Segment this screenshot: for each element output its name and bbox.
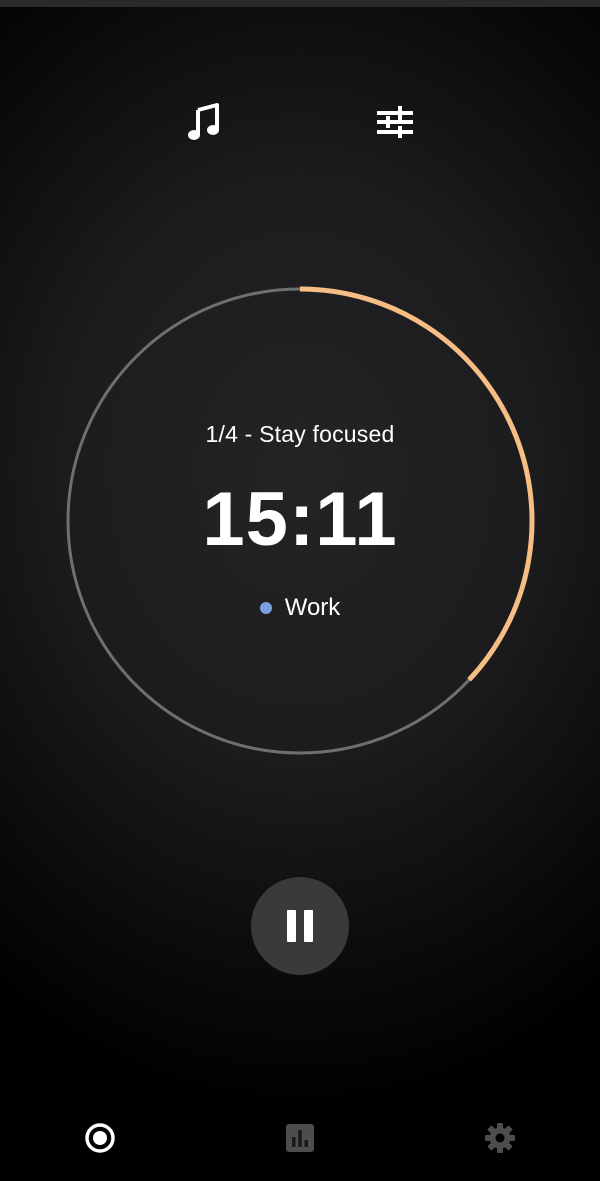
pause-button[interactable]: [251, 877, 349, 975]
countdown-time: 15:11: [202, 477, 398, 562]
mode-label: Work: [284, 594, 341, 621]
nav-stats-tab[interactable]: [276, 1114, 324, 1162]
gear-icon: [485, 1123, 515, 1153]
mode-indicator: Work: [0, 594, 600, 622]
session-label: 1/4 - Stay focused: [205, 421, 395, 447]
tune-sliders-icon: [377, 106, 413, 138]
stats-chart-icon: [286, 1124, 314, 1152]
progress-ring: [66, 286, 535, 755]
timer-screen: 1/4 - Stay focused 15:11 Work: [0, 0, 600, 1181]
pause-icon: [287, 910, 313, 942]
music-note-icon: [188, 103, 219, 140]
status-bar: [0, 0, 600, 7]
nav-settings-tab[interactable]: [476, 1114, 524, 1162]
mode-dot: [259, 602, 272, 614]
timer-record-icon: [85, 1123, 115, 1153]
music-button[interactable]: [180, 98, 228, 146]
nav-timer-tab[interactable]: [76, 1114, 124, 1162]
tune-settings-button[interactable]: [371, 98, 419, 146]
